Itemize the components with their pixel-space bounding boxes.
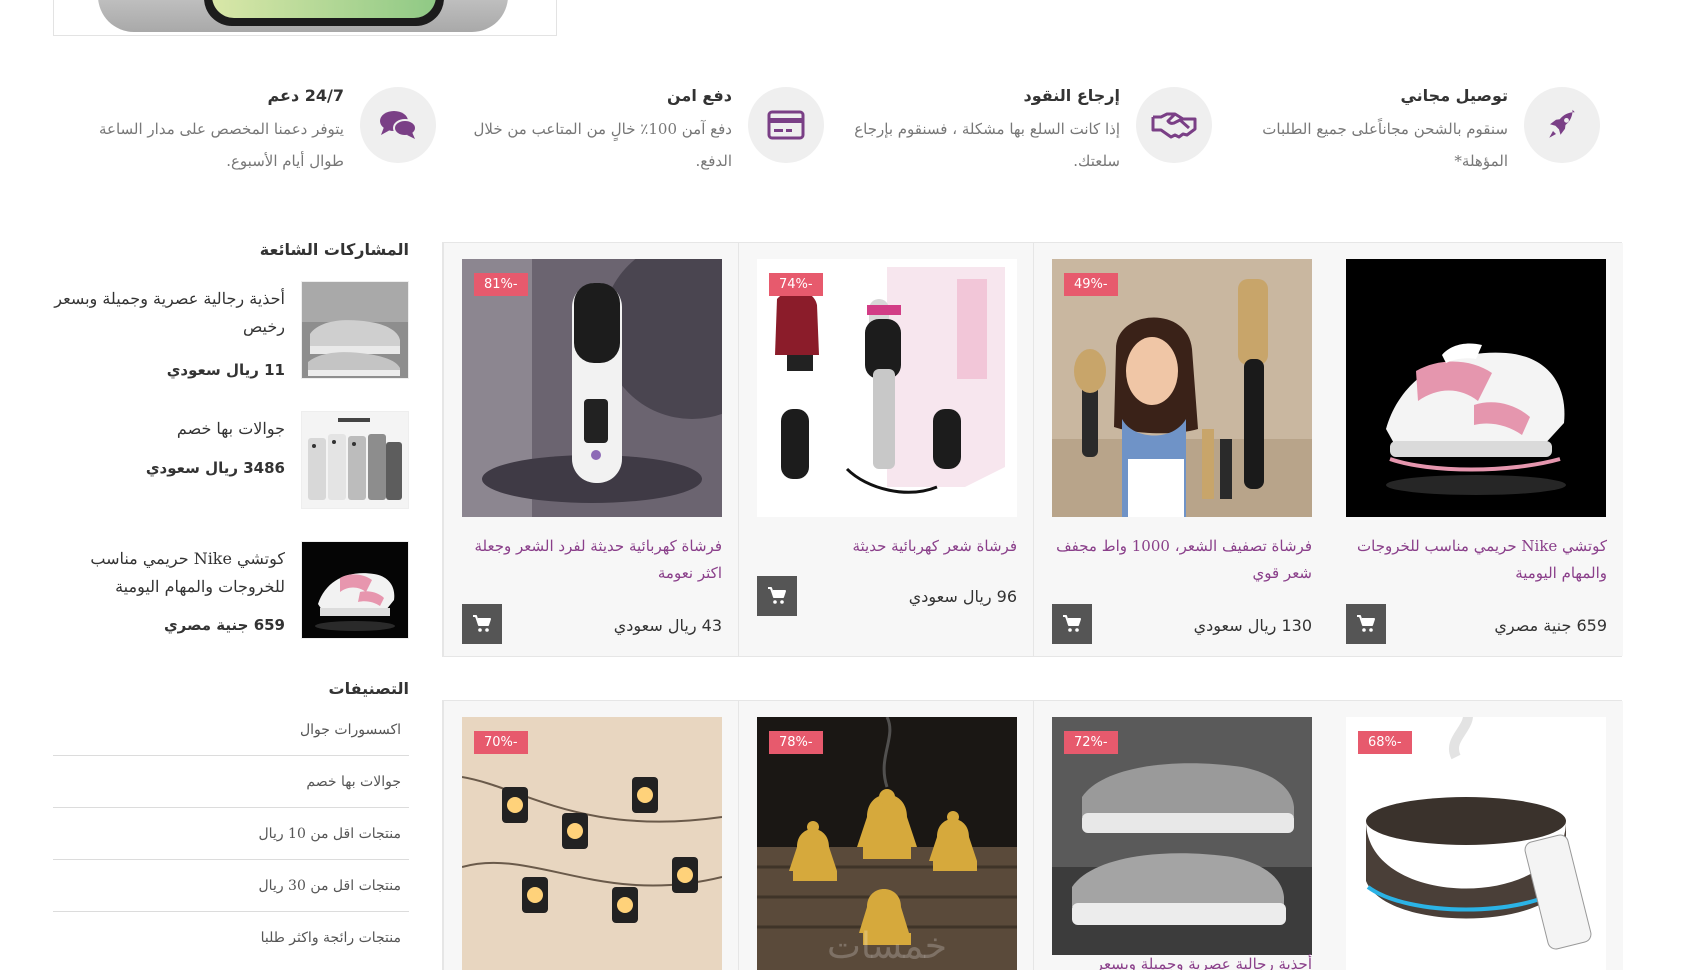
feature-text: دفع امن دفع آمن 100٪ خالٍ من المتاعب من … xyxy=(452,86,733,177)
feature-title: 24/7 دعم xyxy=(267,86,344,105)
category-item[interactable]: منتجات اقل من 10 ريال xyxy=(53,808,409,860)
cart-icon xyxy=(473,615,491,632)
feature-text: 24/7 دعم يتوفر دعمنا المخصص على مدار الس… xyxy=(64,86,344,177)
product-image[interactable]: 74%- xyxy=(757,259,1017,517)
feature-title: توصيل مجاني xyxy=(1400,86,1508,105)
product-card[interactable]: 72%- أحذية رجالية عصرية وجميلة وبسعر xyxy=(1033,701,1328,970)
rocket-icon xyxy=(1524,87,1600,163)
product-card[interactable]: 68%- xyxy=(1328,701,1623,970)
popular-post[interactable]: كوتشي Nike حريمي مناسب للخروجات والمهام … xyxy=(53,541,409,671)
product-title[interactable]: فرشاة تصفيف الشعر، 1000 واط مجفف شعر قوي xyxy=(1050,533,1312,587)
product-grid-row-1: كوتشي Nike حريمي مناسب للخروجات والمهام … xyxy=(442,242,1623,657)
product-image[interactable]: 72%- xyxy=(1052,717,1312,955)
post-title[interactable]: جوالات بها خصم xyxy=(53,415,285,443)
add-to-cart-button[interactable] xyxy=(1052,604,1092,644)
product-card[interactable]: 81%- فرشاة كهربائية حديثة لفرد الشعر وجع… xyxy=(443,243,738,656)
product-price: 43 ريال سعودي xyxy=(613,616,722,635)
categories-heading: التصنيفات xyxy=(328,679,409,698)
feature-text: إرجاع النقود إذا كانت السلع بها مشكلة ، … xyxy=(840,86,1120,177)
product-title[interactable]: فرشاة كهربائية حديثة لفرد الشعر وجعلة اك… xyxy=(460,533,723,587)
discount-badge: 74%- xyxy=(769,273,823,296)
product-title[interactable]: فرشاة شعر كهربائية حديثة xyxy=(755,533,1017,560)
product-image[interactable] xyxy=(1346,259,1606,517)
features-row: توصيل مجاني سنقوم بالشحن مجاناًعلى جميع … xyxy=(0,80,1700,190)
credit-card-icon xyxy=(748,87,824,163)
post-thumbnail[interactable] xyxy=(301,411,409,509)
feature-support: 24/7 دعم يتوفر دعمنا المخصص على مدار الس… xyxy=(76,80,436,190)
post-price: 11 ريال سعودي xyxy=(166,361,285,379)
category-item[interactable]: منتجات رائجة واكثر طلبا xyxy=(53,912,409,964)
product-image[interactable]: 68%- xyxy=(1346,717,1606,970)
post-title[interactable]: كوتشي Nike حريمي مناسب للخروجات والمهام … xyxy=(53,545,285,601)
add-to-cart-button[interactable] xyxy=(1346,604,1386,644)
popular-post[interactable]: أحذية رجالية عصرية وجميلة وبسعر رخيص 11 … xyxy=(53,281,409,411)
cart-icon xyxy=(1357,615,1375,632)
categories-list: اكسسورات جوال جوالات بها خصم منتجات اقل … xyxy=(53,704,409,964)
discount-badge: 78%- xyxy=(769,731,823,754)
product-card[interactable]: 49%- فرشاة تصفيف الشعر، 1000 واط مجفف شع… xyxy=(1033,243,1328,656)
feature-free-shipping: توصيل مجاني سنقوم بالشحن مجاناًعلى جميع … xyxy=(1240,80,1600,190)
product-price: 96 ريال سعودي xyxy=(908,587,1017,606)
product-image[interactable]: 78%- خمسات xyxy=(757,717,1017,970)
product-title[interactable]: أحذية رجالية عصرية وجميلة وبسعر xyxy=(1050,951,1312,970)
category-item[interactable]: منتجات اقل من 30 ريال xyxy=(53,860,409,912)
feature-description: سنقوم بالشحن مجاناًعلى جميع الطلبات المؤ… xyxy=(1262,120,1508,170)
product-image[interactable]: 49%- xyxy=(1052,259,1312,517)
product-title[interactable]: كوتشي Nike حريمي مناسب للخروجات والمهام … xyxy=(1344,533,1607,587)
discount-badge: 72%- xyxy=(1064,731,1118,754)
category-item[interactable]: جوالات بها خصم xyxy=(53,756,409,808)
discount-badge: 49%- xyxy=(1064,273,1118,296)
product-price: 130 ريال سعودي xyxy=(1193,616,1312,635)
post-thumbnail[interactable] xyxy=(301,541,409,639)
feature-title: إرجاع النقود xyxy=(1023,86,1120,105)
product-image[interactable]: 70%- xyxy=(462,717,722,970)
discount-badge: 81%- xyxy=(474,273,528,296)
popular-post[interactable]: جوالات بها خصم 3486 ريال سعودي xyxy=(53,411,409,541)
add-to-cart-button[interactable] xyxy=(462,604,502,644)
sidebar: المشاركات الشائعة أحذية رجالية عصرية وجم… xyxy=(53,240,409,964)
feature-secure-payment: دفع امن دفع آمن 100٪ خالٍ من المتاعب من … xyxy=(464,80,824,190)
feature-money-back: إرجاع النقود إذا كانت السلع بها مشكلة ، … xyxy=(852,80,1212,190)
product-card[interactable]: 78%- خمسات xyxy=(738,701,1033,970)
cart-icon xyxy=(1063,615,1081,632)
cart-icon xyxy=(768,587,786,604)
feature-description: يتوفر دعمنا المخصص على مدار الساعة طوال … xyxy=(98,120,344,170)
chat-icon xyxy=(360,87,436,163)
product-grid-row-2: 68%- 72%- أحذية رجالية عصرية وجميلة وبسع… xyxy=(442,700,1623,970)
popular-posts-heading: المشاركات الشائعة xyxy=(259,240,409,259)
feature-description: دفع آمن 100٪ خالٍ من المتاعب من خلال الد… xyxy=(473,120,733,170)
feature-text: توصيل مجاني سنقوم بالشحن مجاناًعلى جميع … xyxy=(1228,86,1508,177)
category-item[interactable]: اكسسورات جوال xyxy=(53,704,409,756)
feature-description: إذا كانت السلع بها مشكلة ، فسنقوم بإرجاع… xyxy=(854,120,1120,170)
watermark: خمسات xyxy=(826,926,948,967)
post-title[interactable]: أحذية رجالية عصرية وجميلة وبسعر رخيص xyxy=(53,285,285,341)
handshake-icon xyxy=(1136,87,1212,163)
post-thumbnail[interactable] xyxy=(301,281,409,379)
phone-screen-display xyxy=(212,0,436,18)
product-image[interactable]: 81%- xyxy=(462,259,722,517)
discount-badge: 70%- xyxy=(474,731,528,754)
product-card[interactable]: 70%- xyxy=(443,701,738,970)
product-card[interactable]: 74%- فرشاة شعر كهربائية حديثة 96 ريال سع… xyxy=(738,243,1033,656)
add-to-cart-button[interactable] xyxy=(757,576,797,616)
product-price: 659 جنية مصري xyxy=(1494,616,1607,635)
feature-title: دفع امن xyxy=(667,86,732,105)
post-price: 659 جنية مصري xyxy=(163,616,285,634)
top-banner-image[interactable] xyxy=(53,0,557,36)
discount-badge: 68%- xyxy=(1358,731,1412,754)
product-card[interactable]: كوتشي Nike حريمي مناسب للخروجات والمهام … xyxy=(1328,243,1623,656)
post-price: 3486 ريال سعودي xyxy=(145,459,285,477)
